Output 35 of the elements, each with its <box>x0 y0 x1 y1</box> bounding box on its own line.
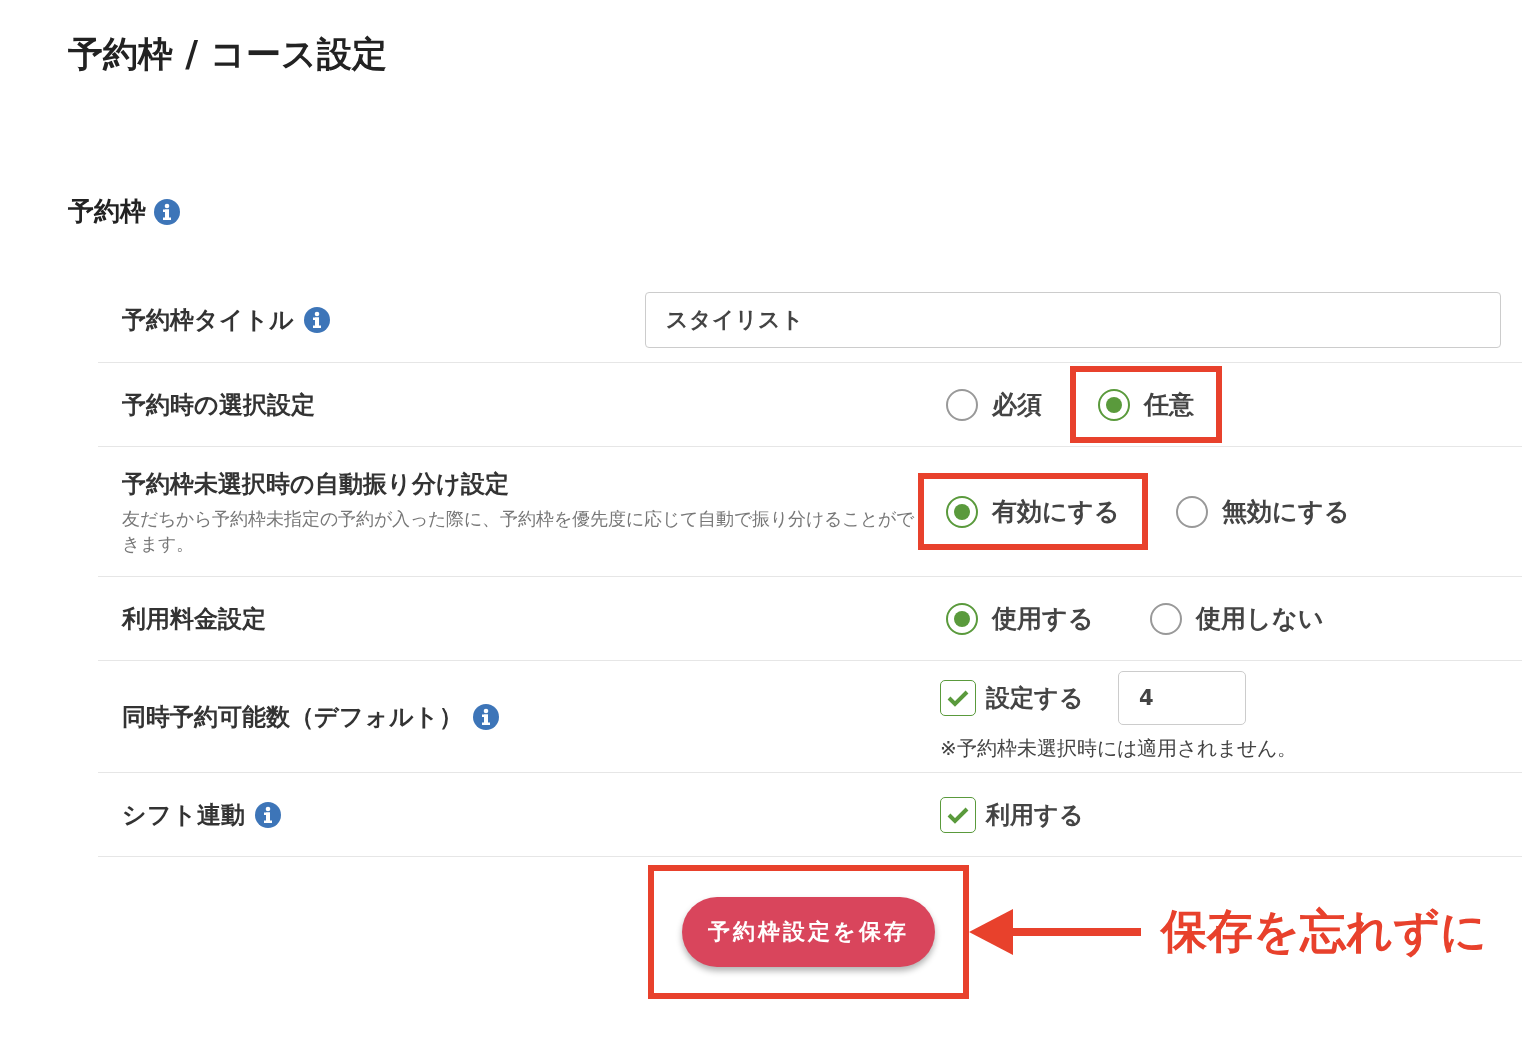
note-text: ※予約枠未選択時には適用されません。 <box>940 735 1298 762</box>
setting-label: 同時予約可能数（デフォルト） <box>122 701 463 733</box>
setting-label: 予約時の選択設定 <box>122 389 315 421</box>
info-icon[interactable] <box>304 306 330 333</box>
radio-button[interactable] <box>1150 602 1182 635</box>
page-title: 予約枠 / コース設定 <box>68 33 389 76</box>
radio-option[interactable]: 必須 <box>918 366 1070 443</box>
number-input-field[interactable]: 4 <box>1118 671 1246 725</box>
annotation-text: 保存を忘れずに <box>1161 903 1487 960</box>
save-button[interactable]: 予約枠設定を保存 <box>682 897 935 967</box>
checkbox[interactable] <box>940 796 976 833</box>
checkbox-label: 設定する <box>986 683 1084 714</box>
radio-button[interactable] <box>946 495 978 528</box>
highlighted-radio-option[interactable]: 有効にする <box>918 473 1148 550</box>
highlighted-radio-option[interactable]: 任意 <box>1070 366 1222 443</box>
check-icon <box>946 688 970 708</box>
checkbox-label: 利用する <box>986 799 1084 831</box>
radio-option[interactable]: 無効にする <box>1148 473 1378 550</box>
radio-button[interactable] <box>946 602 978 635</box>
setting-label: シフト連動 <box>122 799 245 831</box>
title-input-field[interactable]: スタイリスト <box>645 291 1501 348</box>
info-icon[interactable] <box>473 703 499 730</box>
radio-option[interactable]: 使用しない <box>1122 580 1352 657</box>
radio-button[interactable] <box>1098 388 1130 421</box>
radio-option[interactable]: 使用する <box>918 580 1122 657</box>
info-icon[interactable] <box>255 801 281 828</box>
setting-label: 利用料金設定 <box>122 603 266 635</box>
setting-label: 予約枠未選択時の自動振り分け設定 <box>122 468 509 500</box>
radio-button[interactable] <box>1176 495 1208 528</box>
setting-label: 予約枠タイトル <box>122 304 294 336</box>
checkbox[interactable] <box>940 680 976 716</box>
section-title: 予約枠 <box>68 195 146 228</box>
setting-description: 友だちから予約枠未指定の予約が入った際に、予約枠を優先度に応じて自動で振り分けることができます。 <box>122 506 915 556</box>
radio-button[interactable] <box>946 388 978 421</box>
info-icon[interactable] <box>154 198 180 225</box>
